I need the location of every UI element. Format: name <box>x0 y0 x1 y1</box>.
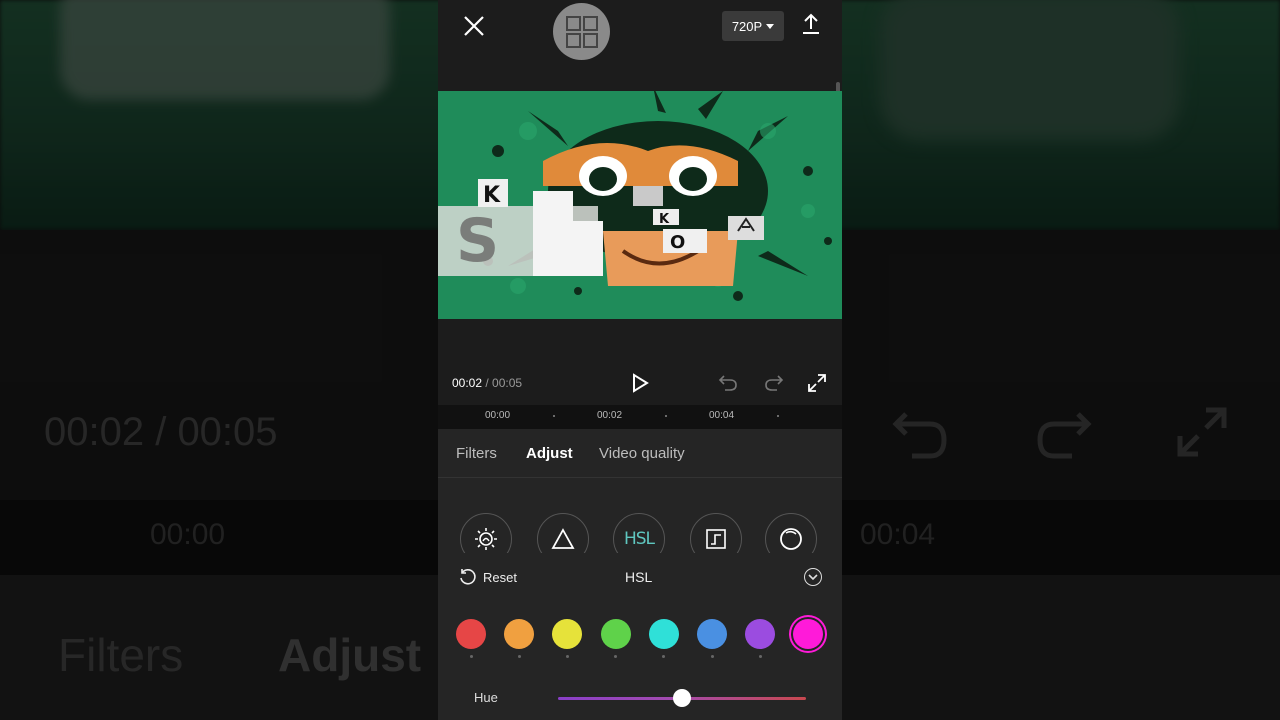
svg-text:K: K <box>659 212 670 227</box>
color-swatch[interactable] <box>456 619 486 649</box>
sharpen-tool-button[interactable] <box>537 513 589 553</box>
reset-icon <box>460 569 476 585</box>
hsl-header: Reset HSL <box>438 565 842 589</box>
adjust-tools: HSL <box>438 513 842 553</box>
triangle-icon <box>551 528 575 549</box>
video-frame-image: S K K O <box>438 91 842 319</box>
color-swatch[interactable] <box>504 619 535 649</box>
hsl-title: HSL <box>625 569 653 585</box>
hue-slider[interactable] <box>558 689 806 707</box>
curve-icon <box>706 529 726 549</box>
ruler-dot <box>665 415 667 417</box>
circle-icon <box>780 528 802 550</box>
caret-down-icon <box>766 23 775 29</box>
swatch-indicator-dot <box>565 655 569 658</box>
color-swatch[interactable] <box>648 619 679 649</box>
screen: 00:02 / 00:05 00:00 00:04 Filters Adjust <box>0 0 1280 720</box>
hue-label: Hue <box>474 690 498 705</box>
color-swatch[interactable] <box>793 619 824 649</box>
chevron-down-icon <box>808 573 818 580</box>
swatch-indicator-dot <box>710 655 714 658</box>
swatch-indicator-dot <box>614 655 618 658</box>
ruler-dot <box>553 415 555 417</box>
tab-filters[interactable]: Filters <box>456 445 497 462</box>
collapse-button[interactable] <box>804 568 822 586</box>
export-icon[interactable] <box>800 12 822 36</box>
hsl-tool-label: HSL <box>623 529 655 549</box>
resolution-label: 720P <box>731 18 763 34</box>
duration: / 00:05 <box>485 376 523 390</box>
swatch-indicator-dot <box>517 655 521 658</box>
hsl-color-swatches <box>438 619 842 659</box>
color-swatch[interactable] <box>552 619 583 649</box>
svg-text:O: O <box>670 232 685 253</box>
resolution-dropdown[interactable]: 720P <box>722 11 784 41</box>
adjust-panel: Filters Adjust Video quality HSL Reset H… <box>438 429 842 720</box>
swatch-indicator-dot <box>758 655 762 658</box>
ruler-tick: 00:02 <box>597 410 623 421</box>
video-preview[interactable]: S K K O <box>438 91 842 319</box>
vignette-tool-button[interactable] <box>765 513 817 553</box>
hue-slider-row: Hue <box>438 687 842 711</box>
layout-grid-button[interactable] <box>553 3 610 60</box>
reset-label: Reset <box>483 569 517 585</box>
fullscreen-icon[interactable] <box>808 374 826 392</box>
color-swatch[interactable] <box>745 619 776 649</box>
color-swatch[interactable] <box>697 619 727 649</box>
svg-text:K: K <box>483 183 501 208</box>
grid-icon <box>565 15 598 48</box>
undo-icon[interactable] <box>718 374 738 392</box>
timeline-ruler[interactable]: 00:00 00:02 00:04 <box>438 405 842 429</box>
ruler-tick: 00:04 <box>709 410 735 421</box>
playback-controls: 00:02 / 00:05 <box>438 368 842 398</box>
hue-slider-thumb[interactable] <box>673 689 691 707</box>
time-readout: 00:02 / 00:05 <box>452 376 522 390</box>
tab-bar: Filters Adjust Video quality <box>438 429 842 478</box>
sun-icon <box>475 528 497 550</box>
color-swatch[interactable] <box>600 619 631 649</box>
reset-button[interactable]: Reset <box>458 568 517 586</box>
curves-tool-button[interactable] <box>690 513 742 553</box>
brightness-tool-button[interactable] <box>460 513 512 553</box>
current-time: 00:02 <box>452 376 483 390</box>
ruler-dot <box>777 415 779 417</box>
close-icon[interactable] <box>460 12 488 40</box>
ruler-tick: 00:00 <box>485 410 511 421</box>
svg-text:S: S <box>456 206 499 276</box>
hsl-tool-button[interactable]: HSL <box>613 513 665 553</box>
tab-video-quality[interactable]: Video quality <box>599 445 685 462</box>
redo-icon[interactable] <box>764 374 784 392</box>
play-icon[interactable] <box>631 373 649 393</box>
swatch-indicator-dot <box>469 655 473 658</box>
top-bar: 720P <box>438 0 842 90</box>
tab-adjust[interactable]: Adjust <box>526 445 573 462</box>
phone-screen: 720P S K K O 00:02 / 00:05 00:00 00:02 0… <box>438 0 842 720</box>
swatch-indicator-dot <box>662 655 666 658</box>
